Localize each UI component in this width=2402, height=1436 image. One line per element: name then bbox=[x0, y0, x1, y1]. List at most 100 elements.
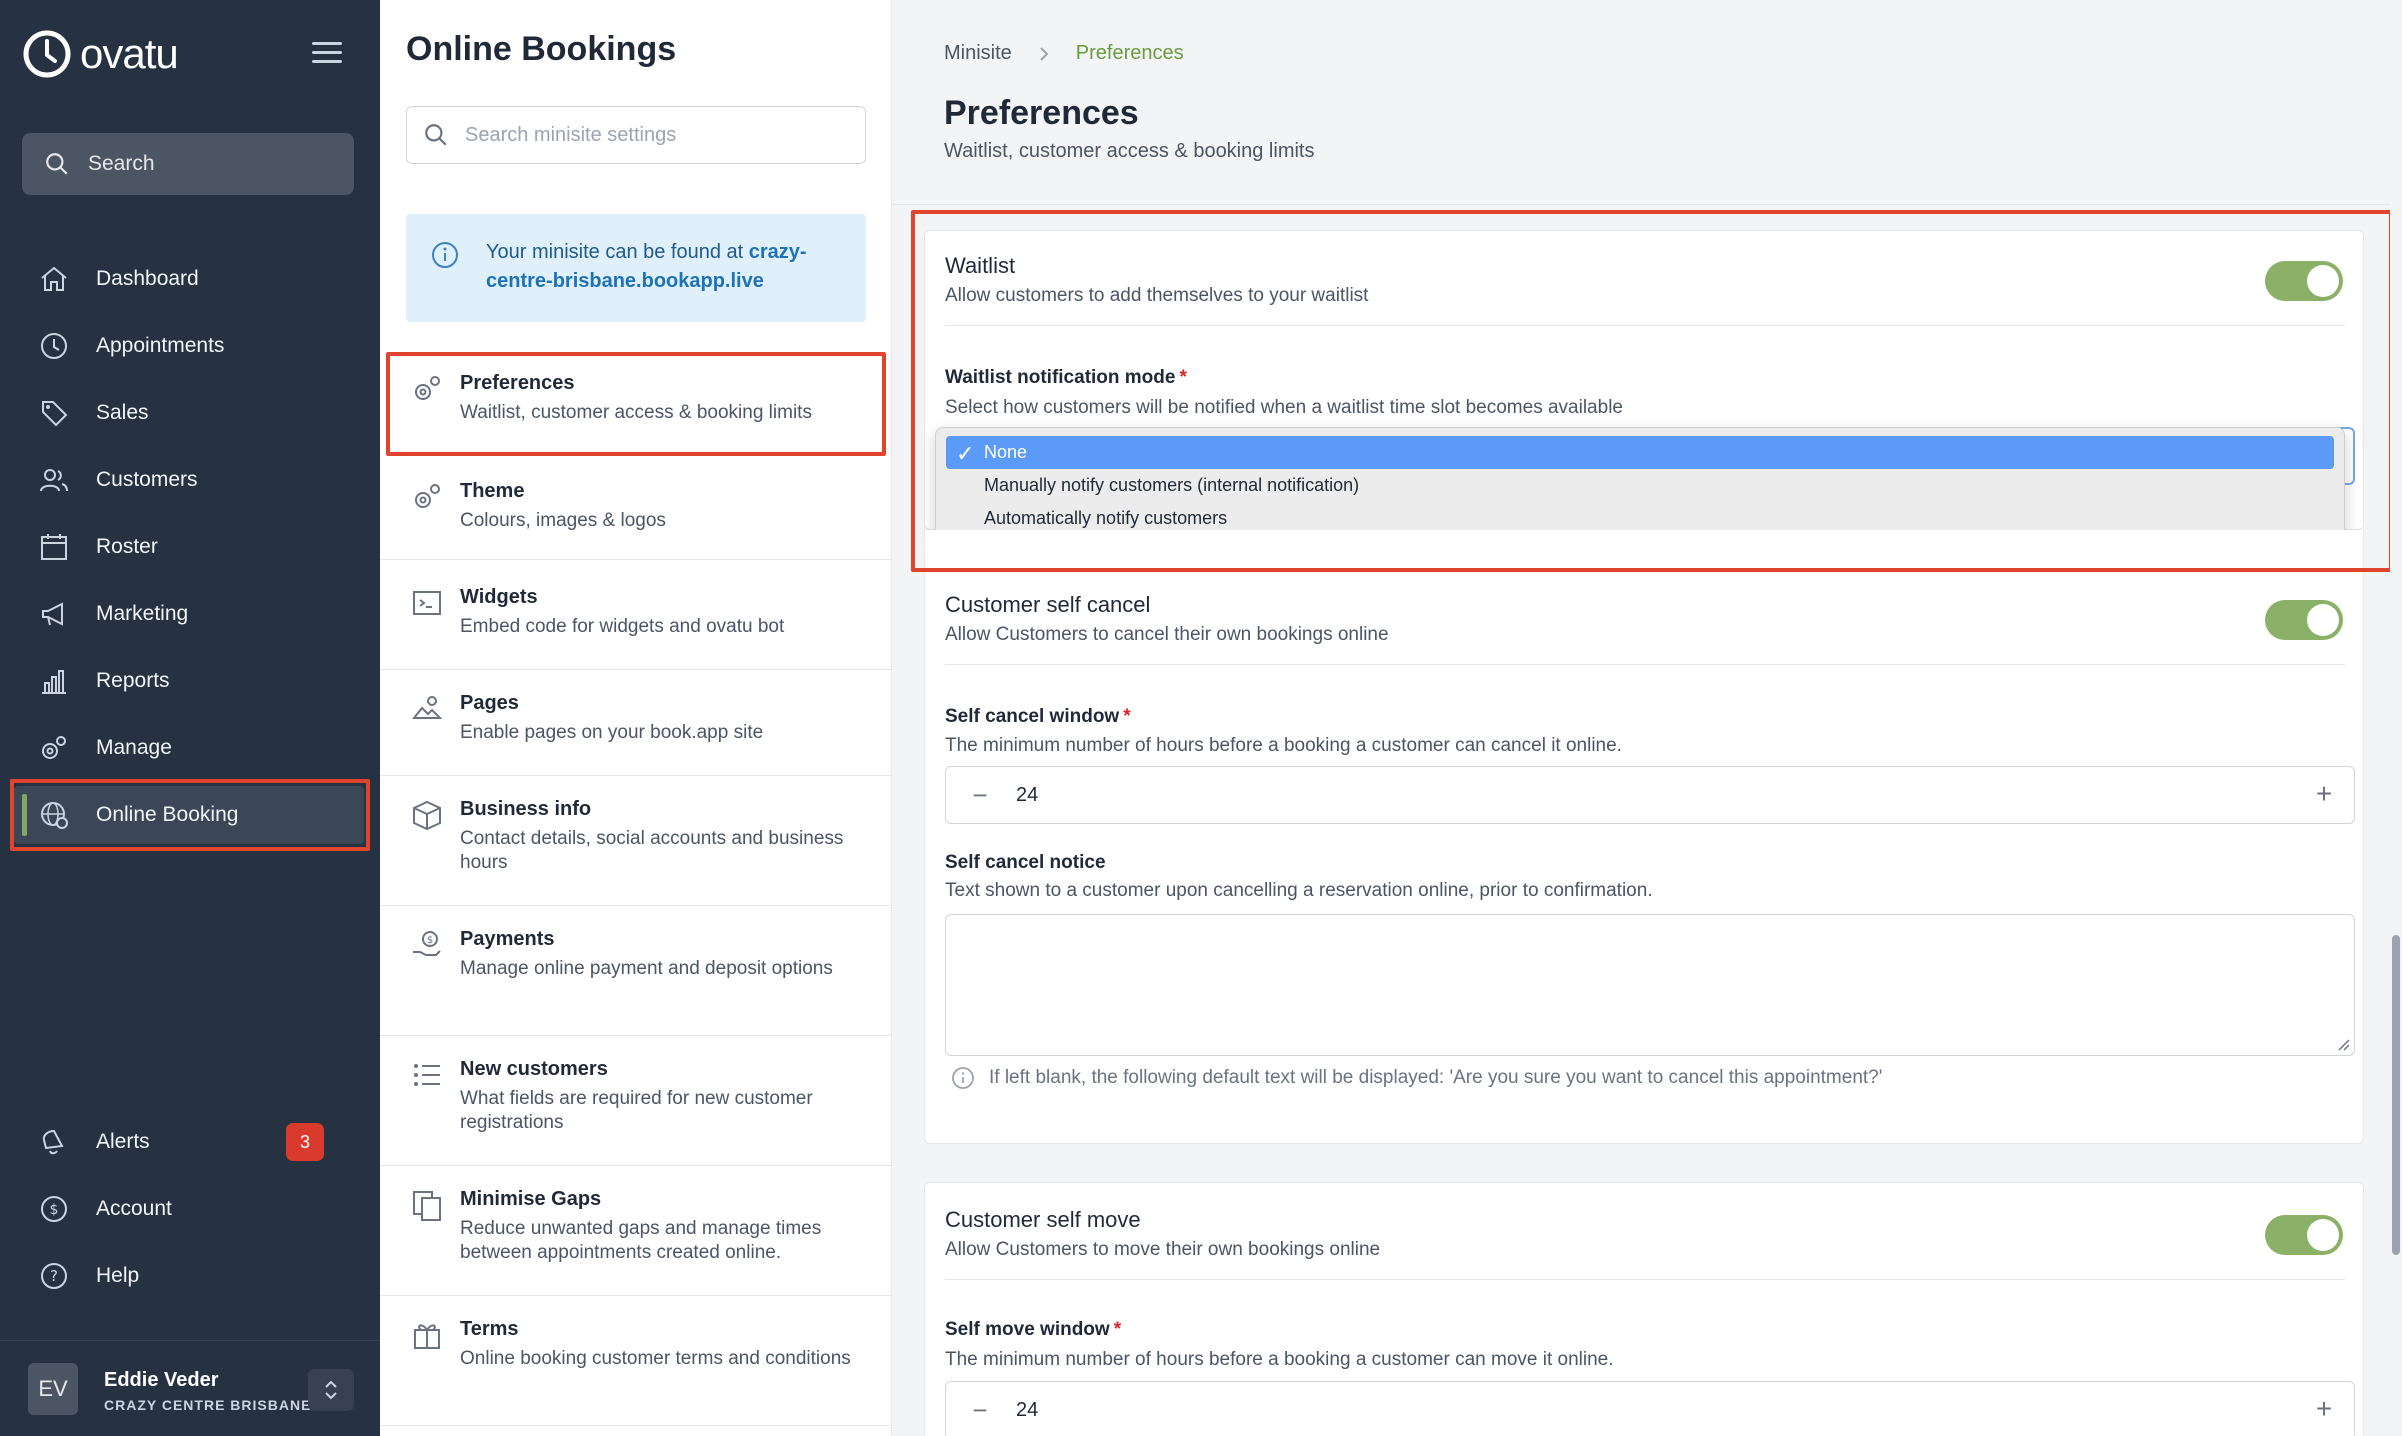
settings-item-payments[interactable]: $ Payments Manage online payment and dep… bbox=[380, 906, 892, 1036]
stepper-value[interactable]: 24 bbox=[1016, 784, 1038, 807]
settings-item-title: New customers bbox=[460, 1058, 608, 1080]
nav-item-dashboard[interactable]: Dashboard bbox=[22, 250, 362, 308]
self-cancel-notice-textarea[interactable] bbox=[945, 914, 2355, 1056]
payment-icon: $ bbox=[413, 931, 441, 956]
highlight-frame-preferences bbox=[386, 352, 886, 456]
settings-item-pages[interactable]: Pages Enable pages on your book.app site bbox=[380, 670, 892, 776]
clock-icon bbox=[41, 333, 67, 359]
settings-item-title: Theme bbox=[460, 480, 525, 502]
nav-item-label: Manage bbox=[96, 736, 172, 759]
settings-item-description: Embed code for widgets and ovatu bot bbox=[460, 616, 785, 637]
self-move-window-help: The minimum number of hours before a boo… bbox=[945, 1349, 1614, 1370]
users-icon bbox=[40, 469, 68, 492]
increment-button[interactable]: + bbox=[2310, 1395, 2338, 1423]
settings-item-theme[interactable]: Theme Colours, images & logos bbox=[380, 458, 892, 560]
nav-item-help[interactable]: ? Help bbox=[22, 1247, 362, 1305]
user-name: Eddie Veder bbox=[104, 1369, 219, 1391]
self-cancel-window-help: The minimum number of hours before a boo… bbox=[945, 735, 1622, 756]
nav-search-button[interactable]: Search bbox=[22, 133, 354, 195]
divider bbox=[945, 1279, 2345, 1280]
code-icon bbox=[413, 591, 441, 615]
user-profile: EV Eddie Veder CRAZY CENTRE BRISBANE bbox=[0, 1340, 380, 1436]
search-icon bbox=[46, 153, 68, 175]
nav-item-alerts[interactable]: Alerts 3 bbox=[22, 1113, 362, 1171]
divider bbox=[945, 325, 2345, 326]
chevron-right-icon bbox=[1040, 46, 1049, 61]
nav-item-manage[interactable]: Manage bbox=[22, 719, 362, 777]
user-organisation: CRAZY CENTRE BRISBANE bbox=[104, 1397, 312, 1413]
resize-handle-icon[interactable] bbox=[2336, 1037, 2350, 1051]
hamburger-menu-icon[interactable] bbox=[312, 42, 342, 66]
settings-item-title: Pages bbox=[460, 692, 519, 714]
self-cancel-title: Customer self cancel bbox=[945, 592, 1151, 617]
settings-item-description: Enable pages on your book.app site bbox=[460, 722, 764, 743]
required-marker: * bbox=[1123, 706, 1131, 727]
user-switch-button[interactable] bbox=[308, 1369, 354, 1411]
stepper-value[interactable]: 24 bbox=[1016, 1399, 1038, 1422]
pages-icon bbox=[411, 696, 443, 719]
gift-icon bbox=[414, 1324, 440, 1349]
nav-item-customers[interactable]: Customers bbox=[22, 451, 362, 509]
option-label: Manually notify customers (internal noti… bbox=[984, 475, 1360, 495]
decrement-button[interactable]: − bbox=[966, 1397, 994, 1425]
chevron-up-down-icon bbox=[325, 1380, 337, 1400]
settings-item-description: Online booking customer terms and condit… bbox=[460, 1348, 851, 1369]
self-move-window-label: Self move window * bbox=[945, 1319, 1121, 1341]
self-move-title: Customer self move bbox=[945, 1207, 1141, 1232]
nav-item-reports[interactable]: Reports bbox=[22, 652, 362, 710]
self-cancel-description: Allow Customers to cancel their own book… bbox=[945, 624, 1389, 645]
highlight-frame-online-booking bbox=[10, 779, 370, 851]
search-icon bbox=[425, 124, 447, 146]
self-move-toggle[interactable] bbox=[2265, 1215, 2343, 1255]
increment-button[interactable]: + bbox=[2310, 780, 2338, 808]
nav-item-sales[interactable]: Sales bbox=[22, 384, 362, 442]
self-cancel-notice-hint: If left blank, the following default tex… bbox=[951, 1066, 1882, 1090]
self-cancel-toggle[interactable] bbox=[2265, 600, 2343, 640]
settings-item-description: What fields are required for new custome… bbox=[460, 1088, 813, 1133]
page-subtitle: Waitlist, customer access & booking limi… bbox=[944, 140, 1315, 162]
nav-item-roster[interactable]: Roster bbox=[22, 518, 362, 576]
calendar-icon bbox=[41, 534, 67, 560]
nav-item-label: Sales bbox=[96, 401, 149, 424]
nav-item-appointments[interactable]: Appointments bbox=[22, 317, 362, 375]
waitlist-mode-option-manual[interactable]: Manually notify customers (internal noti… bbox=[946, 469, 2334, 502]
settings-item-business-info[interactable]: Business info Contact details, social ac… bbox=[380, 776, 892, 906]
waitlist-mode-label: Waitlist notification mode * bbox=[945, 367, 1187, 389]
settings-item-minimise-gaps[interactable]: Minimise Gaps Reduce unwanted gaps and m… bbox=[380, 1166, 892, 1296]
settings-panel: Online Bookings Your minisite can be fou… bbox=[380, 0, 892, 1436]
clock-logo-icon bbox=[23, 30, 71, 78]
waitlist-toggle[interactable] bbox=[2265, 261, 2343, 301]
scrollbar-thumb[interactable] bbox=[2392, 935, 2400, 1255]
settings-search-input[interactable] bbox=[465, 123, 845, 147]
gears-icon bbox=[42, 736, 66, 759]
settings-search bbox=[406, 106, 866, 164]
settings-panel-title: Online Bookings bbox=[406, 30, 677, 68]
self-cancel-notice-help: Text shown to a customer upon cancelling… bbox=[945, 880, 1653, 901]
breadcrumb: Minisite Preferences bbox=[944, 42, 1184, 65]
megaphone-icon bbox=[42, 602, 63, 626]
app-logo[interactable]: ovatu bbox=[22, 28, 179, 80]
avatar[interactable]: EV bbox=[28, 1363, 78, 1415]
preferences-content: Minisite Preferences Preferences Waitlis… bbox=[892, 0, 2402, 1436]
breadcrumb-minisite[interactable]: Minisite bbox=[944, 42, 1012, 65]
waitlist-mode-label-text: Waitlist notification mode bbox=[945, 367, 1176, 388]
nav-item-account[interactable]: $ Account bbox=[22, 1180, 362, 1238]
tag-icon bbox=[42, 401, 68, 427]
svg-text:$: $ bbox=[50, 1202, 59, 1218]
nav-item-label: Roster bbox=[96, 535, 158, 558]
required-marker: * bbox=[1179, 367, 1187, 388]
settings-item-new-customers[interactable]: New customers What fields are required f… bbox=[380, 1036, 892, 1166]
nav-item-marketing[interactable]: Marketing bbox=[22, 585, 362, 643]
info-icon bbox=[432, 242, 458, 268]
settings-item-terms[interactable]: Terms Online booking customer terms and … bbox=[380, 1296, 892, 1426]
settings-item-description: Colours, images & logos bbox=[460, 510, 666, 531]
info-icon bbox=[952, 1067, 974, 1089]
decrement-button[interactable]: − bbox=[966, 782, 994, 810]
nav-item-label: Reports bbox=[96, 669, 170, 692]
settings-item-widgets[interactable]: Widgets Embed code for widgets and ovatu… bbox=[380, 564, 892, 670]
help-icon: ? bbox=[41, 1263, 67, 1289]
svg-text:$: $ bbox=[427, 935, 433, 946]
waitlist-mode-option-none[interactable]: ✓ None bbox=[946, 436, 2334, 469]
page-title: Preferences bbox=[944, 94, 1139, 132]
box-icon bbox=[413, 800, 441, 831]
